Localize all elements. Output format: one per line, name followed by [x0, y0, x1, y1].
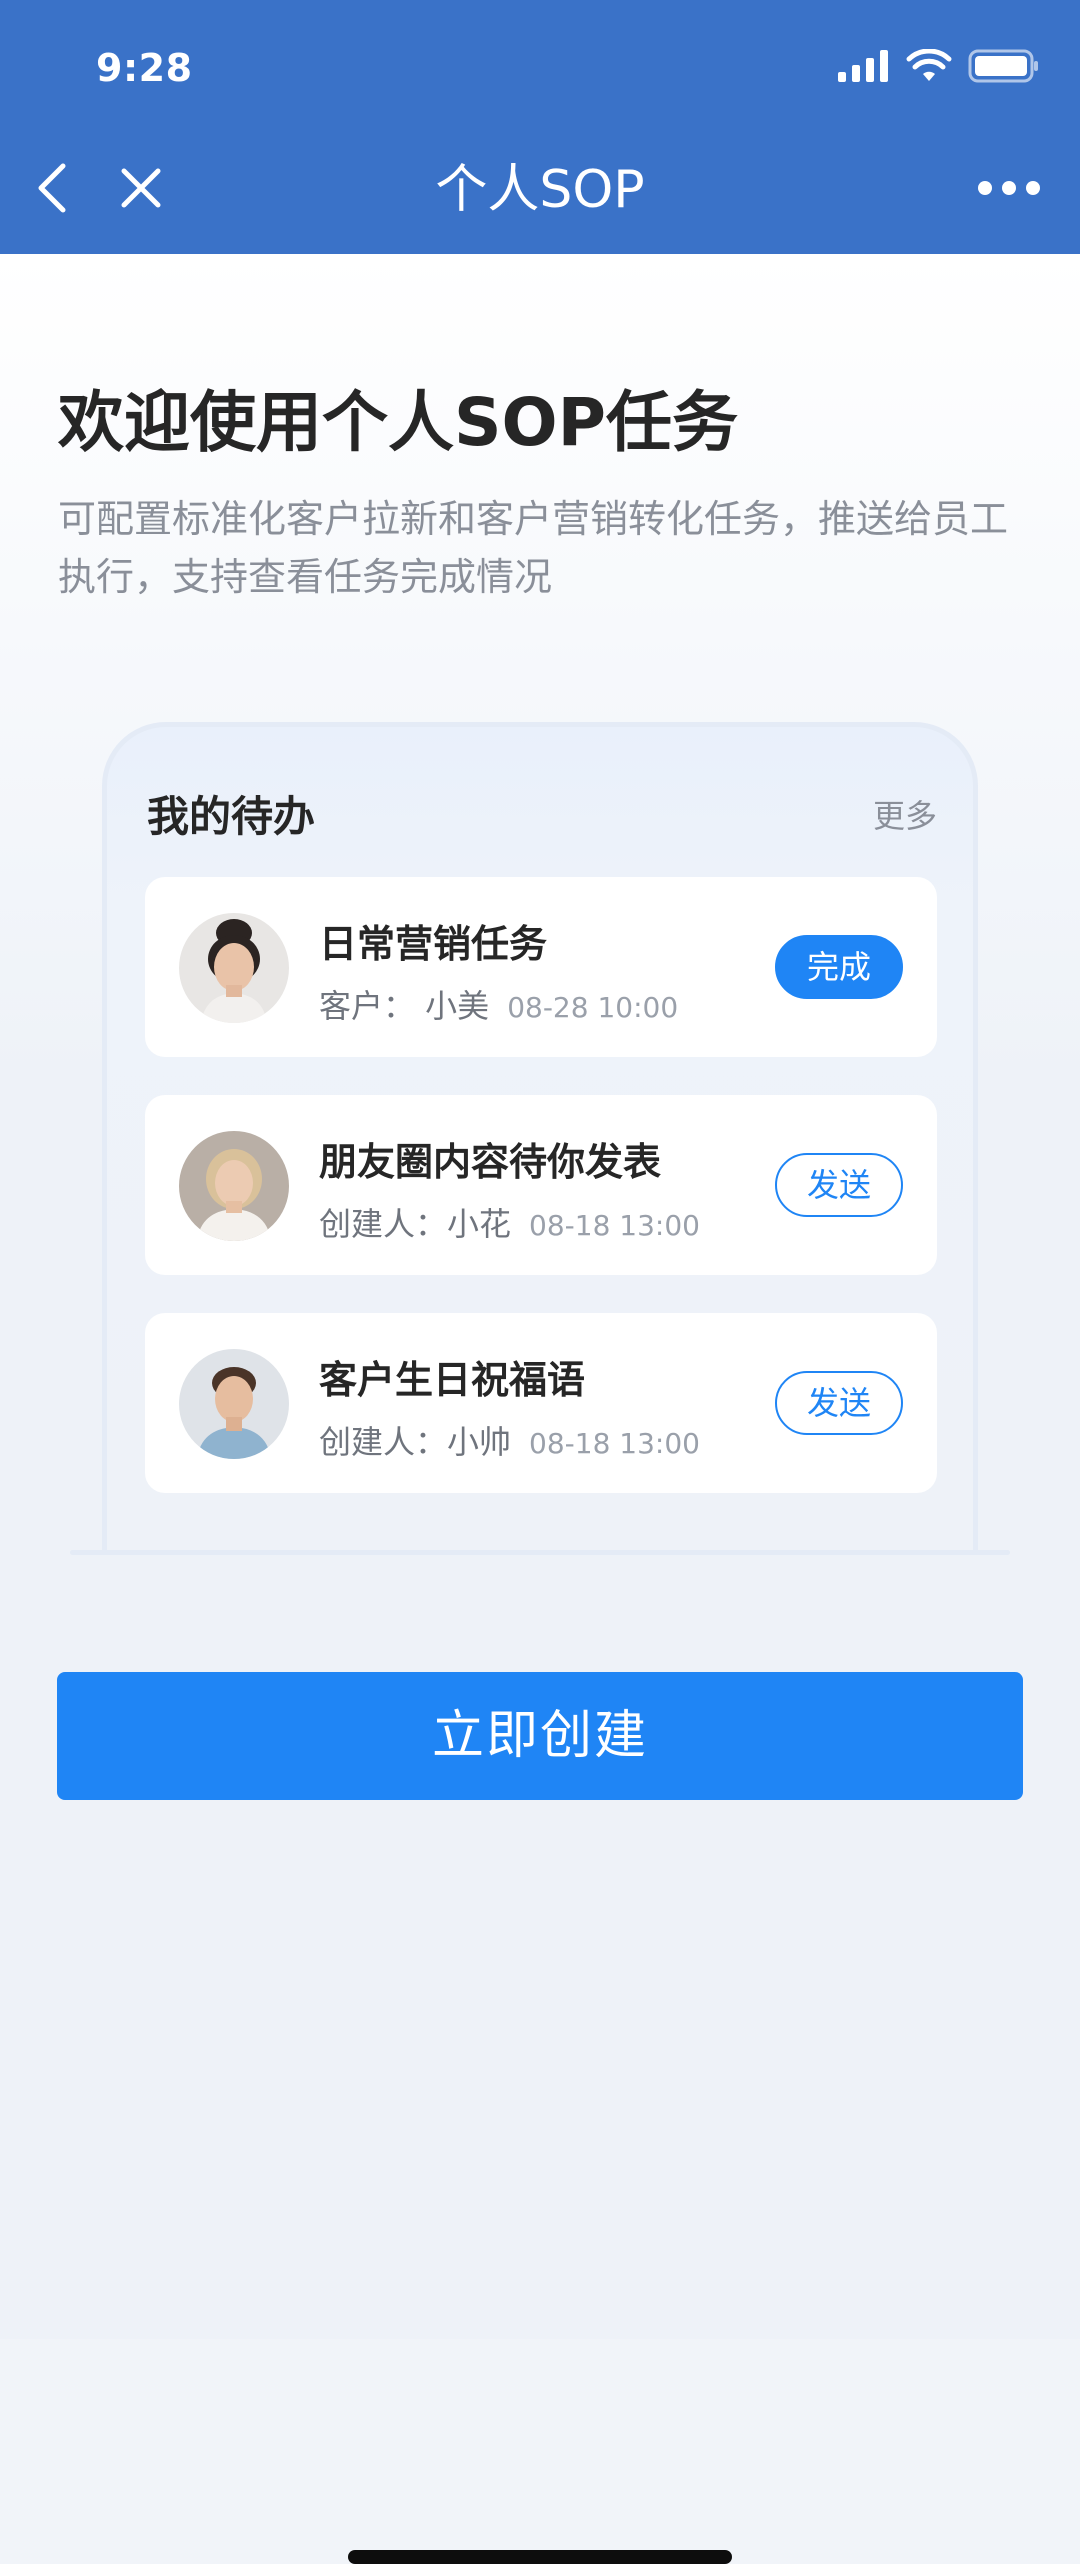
todo-item-time: 08-18 13:00 — [529, 1427, 700, 1460]
status-time: 9:28 — [96, 46, 193, 90]
battery-icon — [968, 49, 1040, 87]
todo-item-owner: 客户： 小美 — [319, 987, 490, 1025]
todo-item[interactable]: 客户生日祝福语 创建人：小帅 08-18 13:00 发送 — [145, 1313, 937, 1493]
todo-item-name: 朋友圈内容待你发表 — [319, 1140, 662, 1184]
app-header: 9:28 个人SOP — [0, 0, 1080, 254]
todo-item-time: 08-18 13:00 — [529, 1209, 700, 1242]
page-title: 个人SOP — [435, 160, 645, 220]
more-button[interactable] — [974, 160, 1044, 220]
welcome-description: 可配置标准化客户拉新和客户营销转化任务，推送给员工执行，支持查看任务完成情况 — [58, 497, 1009, 599]
complete-button[interactable]: 完成 — [775, 935, 903, 999]
todo-item[interactable]: 日常营销任务 客户： 小美 08-28 10:00 完成 — [145, 877, 937, 1057]
main-content: 欢迎使用个人SOP任务 可配置标准化客户拉新和客户营销转化任务，推送给员工执行，… — [0, 254, 1080, 2564]
todo-panel: 我的待办 更多 日常营销任务 客户： 小美 08-28 10:00 完成 朋友圈… — [102, 722, 978, 1552]
home-indicator[interactable] — [348, 2550, 732, 2564]
send-button[interactable]: 发送 — [775, 1153, 903, 1217]
more-dots-icon — [977, 180, 1041, 200]
todo-title: 我的待办 — [147, 792, 316, 841]
todo-item-owner: 创建人：小帅 — [319, 1423, 512, 1461]
signal-icon — [838, 50, 890, 86]
todo-item-meta: 创建人：小帅 08-18 13:00 — [319, 1417, 700, 1463]
panel-divider — [70, 1550, 1010, 1555]
avatar — [179, 913, 289, 1023]
todo-item-owner: 创建人：小花 — [319, 1205, 512, 1243]
todo-more-link[interactable]: 更多 — [873, 791, 937, 837]
avatar — [179, 1131, 289, 1241]
wifi-icon — [906, 48, 952, 87]
todo-item-name: 客户生日祝福语 — [319, 1358, 586, 1402]
todo-item-name: 日常营销任务 — [319, 922, 548, 966]
welcome-title: 欢迎使用个人SOP任务 — [58, 384, 739, 461]
create-now-button[interactable]: 立即创建 — [57, 1672, 1023, 1800]
send-button[interactable]: 发送 — [775, 1371, 903, 1435]
todo-item-meta: 创建人：小花 08-18 13:00 — [319, 1199, 700, 1245]
todo-item[interactable]: 朋友圈内容待你发表 创建人：小花 08-18 13:00 发送 — [145, 1095, 937, 1275]
avatar — [179, 1349, 289, 1459]
todo-item-time: 08-28 10:00 — [507, 991, 679, 1024]
status-icons — [838, 48, 1040, 87]
todo-item-meta: 客户： 小美 08-28 10:00 — [319, 981, 678, 1027]
